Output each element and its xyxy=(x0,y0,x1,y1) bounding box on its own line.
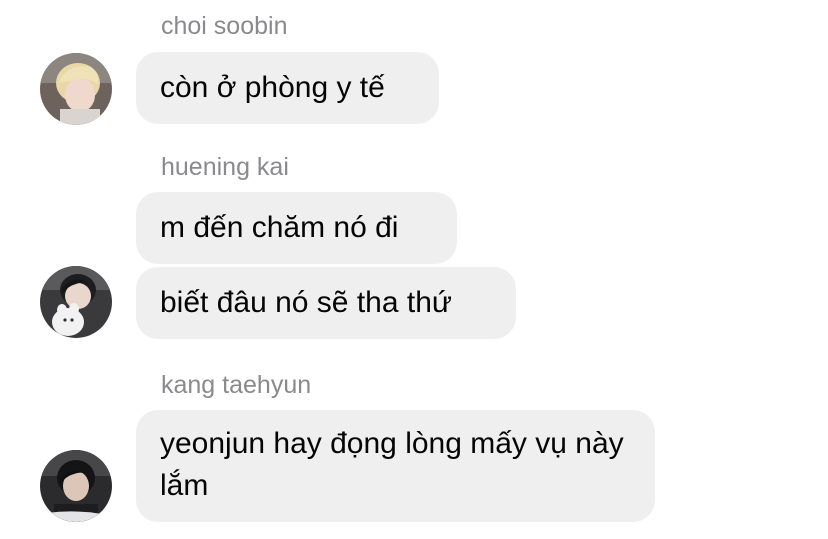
user-avatar-photo-icon xyxy=(40,266,112,338)
avatar-huening-kai[interactable] xyxy=(40,266,112,338)
sender-name-huening-kai: huening kai xyxy=(161,153,289,181)
message-bubble[interactable]: m đến chăm nó đi xyxy=(136,192,457,264)
message-bubble[interactable]: còn ở phòng y tế xyxy=(136,52,439,124)
user-avatar-photo-icon xyxy=(40,450,112,522)
avatar-kang-taehyun[interactable] xyxy=(40,450,112,522)
message-bubble[interactable]: yeonjun hay đọng lòng mấy vụ này lắm xyxy=(136,410,655,522)
avatar-choi-soobin[interactable] xyxy=(40,53,112,125)
sender-name-kang-taehyun: kang taehyun xyxy=(161,371,312,399)
message-bubble[interactable]: biết đâu nó sẽ tha thứ xyxy=(136,267,516,339)
sender-name-choi-soobin: choi soobin xyxy=(161,12,288,40)
user-avatar-photo-icon xyxy=(40,53,112,125)
